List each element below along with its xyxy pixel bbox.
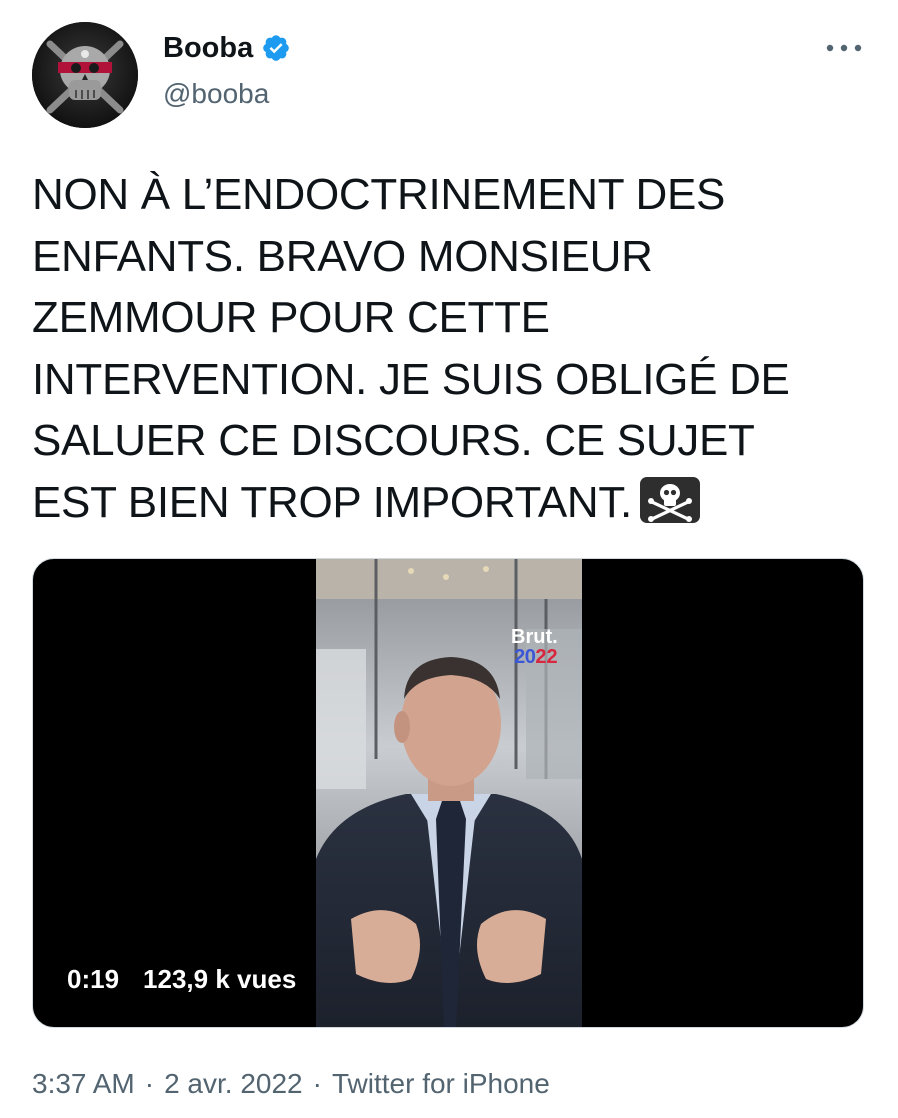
author-display-name[interactable]: Booba bbox=[163, 28, 253, 68]
video-duration: 0:19 bbox=[67, 964, 120, 994]
tweet-source-link[interactable]: Twitter for iPhone bbox=[332, 1064, 550, 1104]
skull-crossbones-emoji-icon bbox=[639, 476, 700, 523]
avatar[interactable] bbox=[32, 22, 138, 128]
watermark-year-part-b: 22 bbox=[535, 646, 558, 668]
more-dots-icon bbox=[826, 44, 862, 52]
author-handle[interactable]: @booba bbox=[163, 74, 269, 114]
verified-badge-icon bbox=[261, 33, 291, 63]
tweet-card: Booba @booba NON À L’ENDOCTRINEMENT DES … bbox=[0, 0, 898, 1118]
tweet-metadata: 3:37 AM · 2 avr. 2022 · Twitter for iPho… bbox=[32, 1064, 550, 1104]
more-options-button[interactable] bbox=[823, 32, 865, 64]
separator-dot: · bbox=[312, 1068, 322, 1099]
tweet-timestamp-link[interactable]: 3:37 AM bbox=[32, 1064, 135, 1104]
video-player[interactable]: Brut. 2022 0:19 123,9 k vues bbox=[32, 558, 864, 1028]
watermark-brand: Brut. bbox=[511, 626, 558, 648]
tweet-date-link[interactable]: 2 avr. 2022 bbox=[164, 1064, 303, 1104]
video-watermark: Brut. 2022 bbox=[511, 627, 558, 667]
video-info-overlay: 0:19 123,9 k vues bbox=[67, 959, 296, 999]
author-name-row: Booba bbox=[163, 28, 291, 68]
skull-avatar-image bbox=[32, 22, 138, 128]
separator-dot: · bbox=[144, 1068, 155, 1099]
watermark-year-part-a: 20 bbox=[514, 646, 536, 668]
tweet-body: NON À L’ENDOCTRINEMENT DES ENFANTS. BRAV… bbox=[32, 170, 790, 527]
tweet-text: NON À L’ENDOCTRINEMENT DES ENFANTS. BRAV… bbox=[32, 164, 872, 533]
video-view-count: 123,9 k vues bbox=[143, 964, 297, 994]
